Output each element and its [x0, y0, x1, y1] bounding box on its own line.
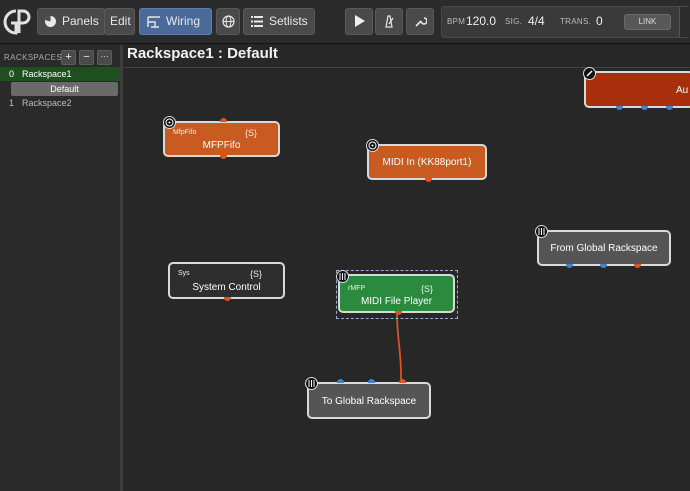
rackspace-index: 1 [9, 98, 15, 108]
rackspace-item[interactable]: 0 Rackspace1 [0, 67, 120, 81]
rackspaces-sidebar: RACKSPACES + − ··· 0 Rackspace1 Default … [0, 45, 120, 491]
tools-button[interactable] [406, 8, 434, 35]
system-control-node[interactable]: Sys {S} System Control [168, 262, 285, 301]
sig-value[interactable]: 4/4 [528, 14, 545, 28]
from-global-rackspace-label: From Global Rackspace [550, 243, 658, 254]
to-global-rackspace-node[interactable]: To Global Rackspace [307, 379, 431, 419]
audio-node[interactable]: Au [584, 71, 690, 110]
plugin-icon [336, 270, 349, 283]
metronome-icon [385, 15, 394, 28]
midi-file-player-label: MIDI File Player [360, 296, 433, 307]
midi-port-icon [366, 139, 379, 152]
system-control-type-label: Sys [178, 270, 190, 277]
panels-label: Panels [62, 14, 99, 28]
edit-label: Edit [110, 14, 131, 28]
system-control-label: System Control [192, 282, 261, 293]
transport-panel: BPM 120.0 SIG. 4/4 TRANS. 0 LINK [441, 6, 690, 38]
mfpfifo-type-label: MfpFifo [173, 129, 197, 136]
mfpfifo-node[interactable]: MfpFifo {S} MFPFifo [163, 118, 280, 159]
list-icon [251, 16, 263, 27]
rackspace-menu-button[interactable]: ··· [97, 50, 112, 65]
wiring-button[interactable]: Wiring [139, 8, 212, 35]
audio-in-pin[interactable] [337, 379, 344, 383]
globe-icon [222, 15, 235, 28]
midi-in-pin[interactable] [220, 118, 227, 122]
midi-file-player-type-label: rMFP [348, 285, 366, 292]
plugin-edit-icon[interactable] [583, 67, 596, 80]
midi-node-icon [163, 116, 176, 129]
midi-in-pin[interactable] [399, 379, 406, 383]
bpm-label: BPM [447, 17, 466, 26]
audio-in-pin[interactable] [368, 379, 375, 383]
rackspaces-title: RACKSPACES [4, 53, 63, 62]
system-control-script-tag: {S} [250, 269, 263, 279]
metronome-button[interactable] [375, 8, 403, 35]
from-global-rackspace-node[interactable]: From Global Rackspace [537, 230, 671, 268]
gig-performer-logo [3, 9, 31, 35]
title-divider [123, 67, 690, 68]
global-rackspace-icon [305, 377, 318, 390]
trans-label: TRANS. [560, 17, 592, 26]
panels-button[interactable]: Panels [37, 8, 105, 35]
canvas-title: Rackspace1 : Default [127, 45, 278, 62]
wiring-icon [147, 16, 160, 28]
trans-value[interactable]: 0 [596, 14, 603, 28]
rackspace-name: Rackspace1 [22, 69, 72, 79]
midi-in-node[interactable]: MIDI In (KK88port1) [367, 144, 487, 182]
variation-item[interactable]: Default [11, 82, 118, 96]
edit-button[interactable]: Edit [104, 8, 135, 35]
add-rackspace-button[interactable]: + [61, 50, 76, 65]
to-global-rackspace-label: To Global Rackspace [321, 396, 417, 407]
rackspace-index: 0 [9, 69, 15, 79]
link-button[interactable]: LINK [624, 14, 671, 30]
global-rackspace-icon [535, 225, 548, 238]
wrench-icon [415, 17, 427, 27]
midi-file-player-script-tag: {S} [421, 284, 434, 294]
wiring-label: Wiring [166, 14, 201, 28]
panels-icon [45, 15, 56, 27]
global-rackspace-button[interactable] [216, 8, 240, 35]
remove-rackspace-button[interactable]: − [79, 50, 94, 65]
play-button[interactable] [345, 8, 373, 35]
play-icon [355, 15, 365, 27]
rackspaces-header: RACKSPACES + − ··· [0, 47, 120, 67]
mfpfifo-label: MFPFifo [202, 140, 241, 151]
main-toolbar: Panels Edit Wiring Setlists BPM 120.0 SI… [0, 0, 690, 44]
setlists-label: Setlists [269, 14, 308, 28]
midi-in-label: MIDI In (KK88port1) [382, 157, 472, 168]
sig-label: SIG. [505, 17, 523, 26]
setlists-button[interactable]: Setlists [243, 8, 315, 35]
mfpfifo-script-tag: {S} [245, 128, 258, 138]
audio-node-label: Au [676, 85, 689, 96]
midi-file-player-node[interactable]: rMFP {S} MIDI File Player [338, 274, 455, 315]
rackspace-name: Rackspace2 [22, 98, 72, 108]
bpm-value[interactable]: 120.0 [466, 14, 496, 28]
rackspace-item[interactable]: 1 Rackspace2 [0, 96, 120, 110]
transport-overflow[interactable] [679, 7, 690, 37]
